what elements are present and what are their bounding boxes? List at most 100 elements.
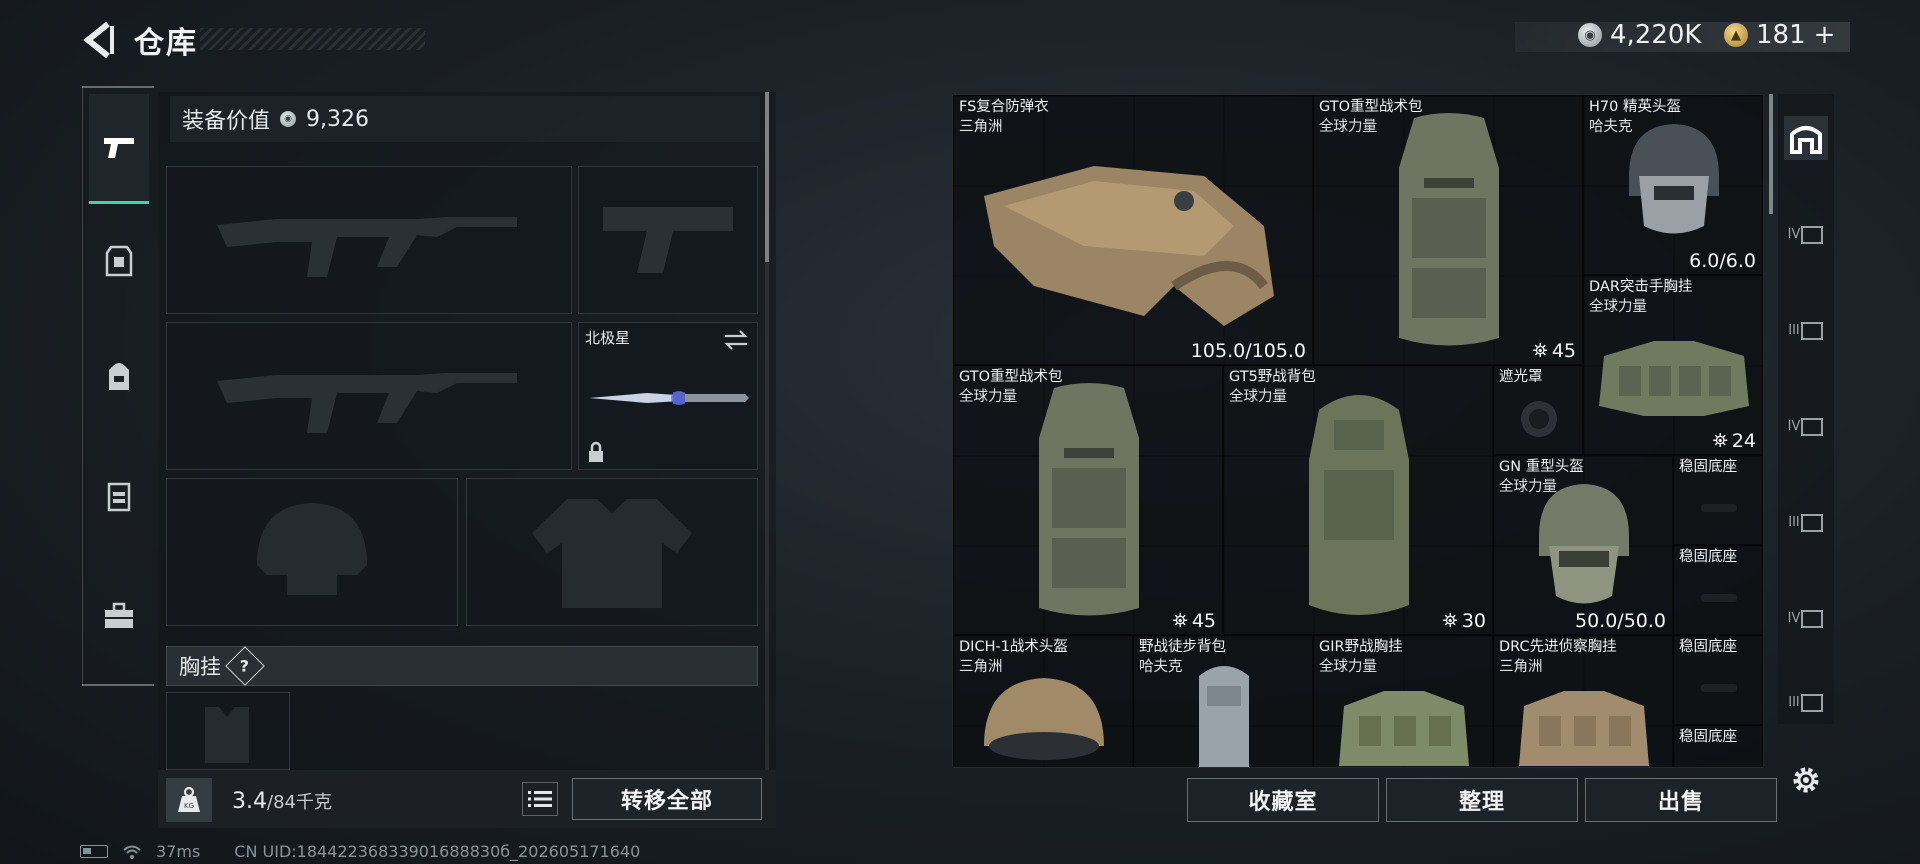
lock-icon (589, 441, 603, 462)
stash-item-heavy-helmet[interactable]: GN 重型头盔 全球力量 50.0/50.0 (1493, 455, 1673, 635)
gold-coin-icon: ▲ (1724, 23, 1748, 47)
stash-item-chest-rig[interactable]: DAR突击手胸挂 全球力量 ⛯ 24 (1583, 275, 1763, 455)
rail-item-weapons[interactable] (89, 94, 149, 204)
chest-rig-label: 胸挂 (179, 655, 221, 679)
capacity-icon: ⛯ (1532, 340, 1548, 362)
item-faction: 全球力量 (1319, 119, 1377, 135)
primary-weapon-slot-1[interactable] (166, 166, 572, 314)
back-arrow-icon (83, 21, 114, 59)
help-icon[interactable]: ? (225, 646, 265, 686)
title-decoration (200, 28, 425, 50)
back-button[interactable] (80, 20, 116, 60)
silver-coin-icon: ◉ (1578, 23, 1602, 47)
battery-icon (80, 845, 108, 858)
tab-container-6[interactable]: III (1784, 680, 1828, 724)
item-durability: 6.0/6.0 (1689, 250, 1756, 272)
item-faction: 全球力量 (1589, 299, 1647, 315)
svg-text:KG: KG (184, 802, 194, 810)
item-name: GN 重型头盔 (1499, 459, 1584, 475)
tactical-backpack-icon (1039, 383, 1139, 616)
rail-item-case[interactable] (89, 566, 149, 666)
primary-weapon-slot-2[interactable] (166, 322, 572, 470)
swap-icon[interactable] (723, 329, 749, 351)
stash-item-lens-hood[interactable]: 遮光罩 (1493, 365, 1583, 455)
stash-item-body-armor[interactable]: FS复合防弹衣 三角洲 105.0/105.0 (953, 95, 1313, 365)
melee-name: 北极星 (585, 329, 631, 347)
chest-rig-icon (107, 482, 131, 512)
item-name: DAR突击手胸挂 (1589, 279, 1693, 295)
loadout-scrollbar[interactable] (765, 92, 769, 262)
field-backpack-icon (1309, 395, 1409, 615)
tab-container-4[interactable]: III (1784, 500, 1828, 544)
stash-item-field-backpack[interactable]: GT5野战背包 全球力量 ⛯ 30 (1223, 365, 1493, 635)
melee-slot[interactable]: 北极星 (578, 322, 758, 470)
stash-item-mount[interactable]: 稳固底座 (1673, 725, 1763, 767)
tier-label: III (1788, 322, 1800, 338)
tab-container-3[interactable]: IV (1784, 404, 1828, 448)
tier-label: III (1788, 514, 1800, 530)
helmet-slot[interactable] (166, 478, 458, 626)
transfer-all-button[interactable]: 转移全部 (572, 778, 762, 820)
category-rail (82, 86, 154, 686)
item-name: 稳固底座 (1679, 459, 1737, 475)
item-capacity: ⛯ 24 (1712, 430, 1756, 452)
item-faction: 全球力量 (959, 389, 1017, 405)
settings-gear-icon[interactable] (1788, 762, 1824, 798)
item-durability: 50.0/50.0 (1574, 610, 1666, 632)
collection-room-button[interactable]: 收藏室 (1187, 778, 1379, 822)
tier-label: IV (1787, 610, 1801, 626)
item-name: 稳固底座 (1679, 639, 1737, 655)
tab-container-5[interactable]: IV (1784, 596, 1828, 640)
pistol-slot[interactable] (578, 166, 758, 314)
sell-button[interactable]: 出售 (1585, 778, 1777, 822)
stash-item-mount[interactable]: 稳固底座 (1673, 455, 1763, 545)
add-gold-icon[interactable]: + (1814, 20, 1836, 50)
body-armor-slot[interactable] (466, 478, 758, 626)
stash-grid: FS复合防弹衣 三角洲 105.0/105.0 GTO重型战术包 全球力量 ⛯ 4… (952, 94, 1764, 768)
chest-rig-slot[interactable] (166, 692, 290, 770)
chest-rig-silhouette-icon (205, 707, 249, 763)
list-icon (528, 791, 552, 807)
knife-icon (589, 391, 749, 405)
tier-label: IV (1787, 418, 1801, 434)
tab-all-stash[interactable] (1784, 116, 1828, 160)
rail-item-backpack[interactable] (89, 326, 149, 426)
list-view-button[interactable] (522, 782, 558, 816)
stash-item-tactical-backpack[interactable]: GTO重型战术包 全球力量 ⛯ 45 (953, 365, 1223, 635)
stash-item-mount[interactable]: 稳固底座 (1673, 545, 1763, 635)
stash-item-hiking-backpack[interactable]: 野战徒步背包 哈夫克 (1133, 635, 1313, 767)
elite-helmet-icon (1629, 124, 1719, 234)
capacity-icon: ⛯ (1712, 430, 1728, 452)
rail-item-armor[interactable] (89, 211, 149, 311)
chest-rig-icon (1339, 691, 1469, 766)
container-icon (1800, 694, 1823, 712)
silver-amount: 4,220K (1610, 20, 1702, 50)
item-faction: 三角洲 (1499, 659, 1543, 675)
stash-item-elite-helmet[interactable]: H70 精英头盔 哈夫克 6.0/6.0 (1583, 95, 1763, 275)
stash-item-recon-chest-rig[interactable]: DRC先进侦察胸挂 三角洲 (1493, 635, 1673, 767)
rail-item-chest-rig[interactable] (89, 446, 149, 546)
container-icon (1801, 226, 1824, 244)
stash-item-chest-rig[interactable]: GIR野战胸挂 全球力量 (1313, 635, 1493, 767)
stash-item-tactical-helmet[interactable]: DICH-1战术头盔 三角洲 (953, 635, 1133, 767)
gold-currency[interactable]: ▲ 181 + (1724, 20, 1835, 50)
tab-container-1[interactable]: IV (1784, 212, 1828, 256)
stash-item-mount[interactable]: 稳固底座 (1673, 635, 1763, 725)
pistol-icon (104, 137, 134, 158)
backpack-icon (109, 363, 129, 390)
item-name: 野战徒步背包 (1139, 639, 1226, 655)
gold-amount: 181 (1756, 20, 1806, 50)
sort-button[interactable]: 整理 (1386, 778, 1578, 822)
item-name: FS复合防弹衣 (959, 99, 1049, 115)
weight-icon: KG (166, 778, 212, 822)
item-name: DICH-1战术头盔 (959, 639, 1068, 655)
heavy-helmet-icon (1539, 484, 1629, 604)
silver-coin-icon: ◉ (280, 111, 297, 127)
weight-readout: 3.4/84千克 (232, 788, 332, 814)
item-name: 稳固底座 (1679, 729, 1737, 745)
tab-container-2[interactable]: III (1784, 308, 1828, 352)
stash-scrollbar[interactable] (1769, 94, 1773, 214)
weight-value: 3.4 (232, 789, 267, 814)
stash-item-tactical-backpack[interactable]: GTO重型战术包 全球力量 ⛯ 45 (1313, 95, 1583, 365)
item-faction: 三角洲 (959, 119, 1003, 135)
